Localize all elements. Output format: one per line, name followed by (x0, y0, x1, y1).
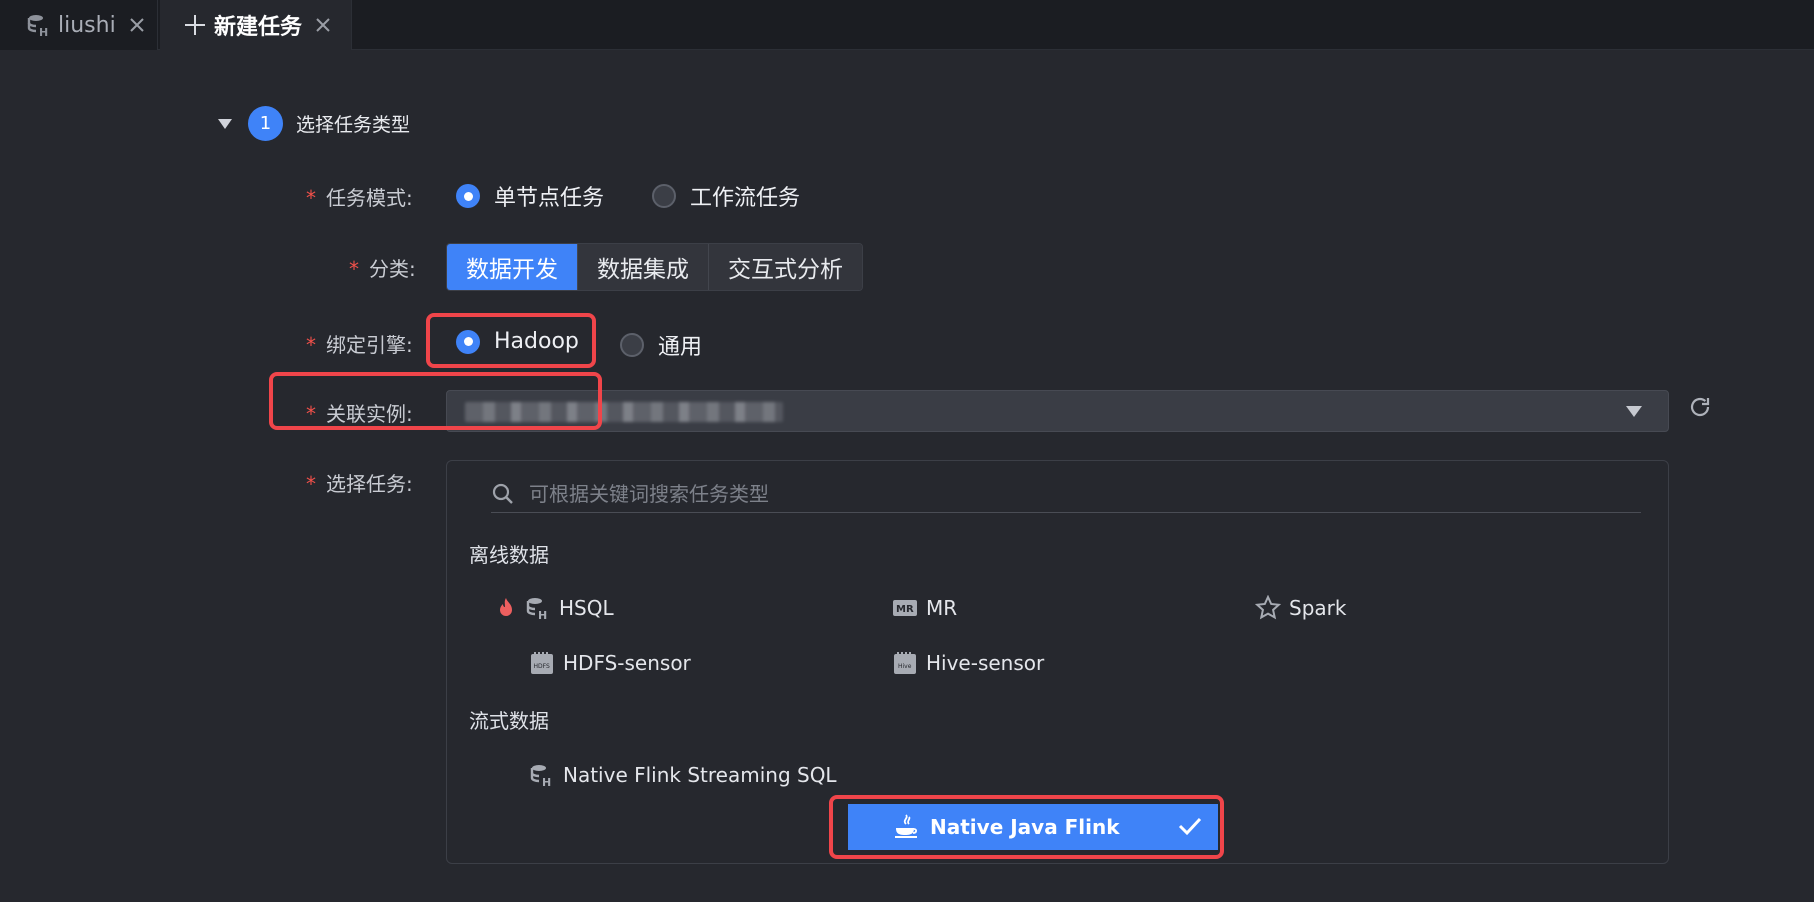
radio-workflow[interactable]: 工作流任务 (652, 180, 800, 212)
required-mark: * (306, 472, 316, 496)
radio-label: 工作流任务 (690, 186, 801, 211)
category-data-integration[interactable]: 数据集成 (578, 244, 709, 290)
caret-down-icon[interactable] (218, 118, 232, 129)
required-mark: * (306, 402, 316, 426)
tab-new-task[interactable]: 新建任务 (160, 0, 352, 50)
database-icon: H (529, 762, 555, 788)
task-label: Spark (1289, 596, 1347, 620)
java-icon (892, 813, 920, 841)
step-badge: 1 (248, 106, 283, 141)
radio-label: 单节点任务 (494, 186, 605, 211)
task-spark[interactable]: Spark (1255, 586, 1346, 630)
task-search[interactable] (491, 475, 1641, 513)
required-mark: * (349, 257, 359, 281)
radio-checked-icon (456, 184, 480, 208)
search-input[interactable] (527, 480, 1641, 507)
engine-label-text: 绑定引擎: (326, 333, 413, 357)
category-interactive-analysis[interactable]: 交互式分析 (709, 244, 862, 290)
category-label-text: 分类: (369, 257, 416, 281)
svg-text:H: H (542, 776, 551, 788)
hive-sensor-icon: Hive (892, 650, 918, 676)
close-icon[interactable] (314, 16, 332, 34)
task-label: * 选择任务: (306, 468, 413, 497)
category-data-dev[interactable]: 数据开发 (447, 244, 578, 290)
task-label: Native Flink Streaming SQL (563, 763, 837, 787)
tab-bar: H liushi 新建任务 (0, 0, 1814, 50)
radio-unchecked-icon (620, 333, 644, 357)
search-icon (491, 482, 515, 506)
task-hive-sensor[interactable]: Hive Hive-sensor (892, 641, 1044, 685)
close-icon[interactable] (128, 16, 146, 34)
task-hsql[interactable]: H HSQL (497, 586, 614, 630)
star-icon (1255, 595, 1281, 621)
main-panel: 1 选择任务类型 * 任务模式: 单节点任务 工作流任务 * 分类: 数据开发 数据… (0, 50, 1814, 902)
refresh-icon[interactable] (1688, 395, 1712, 419)
tab-liushi[interactable]: H liushi (0, 0, 158, 50)
check-icon (1178, 816, 1202, 836)
task-label: HSQL (559, 596, 614, 620)
required-mark: * (306, 333, 316, 357)
database-icon: H (525, 595, 551, 621)
category-label: * 分类: (349, 253, 416, 282)
task-label: HDFS-sensor (563, 651, 691, 675)
mr-icon: MR (892, 595, 918, 621)
radio-single-node[interactable]: 单节点任务 (456, 180, 604, 212)
svg-text:HDFS: HDFS (534, 663, 550, 670)
task-hdfs-sensor[interactable]: HDFS HDFS-sensor (529, 641, 691, 685)
database-icon: H (26, 12, 52, 38)
task-mr[interactable]: MR MR (892, 586, 957, 630)
plus-icon (182, 12, 208, 38)
task-native-java-flink[interactable]: Native Java Flink (848, 804, 1218, 850)
radio-hadoop[interactable]: Hadoop (456, 329, 579, 354)
hot-icon (497, 597, 515, 619)
task-label: MR (926, 596, 958, 620)
instance-label-text: 关联实例: (326, 402, 413, 426)
radio-label: 通用 (658, 335, 703, 360)
mode-label: * 任务模式: (306, 182, 413, 211)
svg-text:H: H (538, 609, 547, 621)
tab-label: liushi (58, 12, 116, 38)
group-title-offline: 离线数据 (469, 543, 549, 567)
hdfs-sensor-icon: HDFS (529, 650, 555, 676)
radio-checked-icon (456, 329, 480, 354)
category-segmented: 数据开发 数据集成 交互式分析 (446, 243, 863, 291)
tab-label: 新建任务 (214, 15, 303, 40)
group-title-streaming: 流式数据 (469, 709, 549, 733)
task-label: Native Java Flink (930, 815, 1120, 839)
instance-label: * 关联实例: (306, 398, 413, 427)
task-label-text: 选择任务: (326, 472, 413, 496)
task-label: Hive-sensor (926, 651, 1045, 675)
svg-text:MR: MR (896, 604, 914, 615)
radio-generic[interactable]: 通用 (620, 329, 702, 361)
section-title: 选择任务类型 (296, 114, 411, 136)
dropdown-arrow-icon[interactable] (1626, 406, 1642, 417)
radio-unchecked-icon (652, 184, 676, 208)
svg-text:Hive: Hive (898, 663, 912, 670)
instance-select[interactable] (446, 390, 1669, 432)
section-header[interactable]: 1 选择任务类型 (218, 106, 410, 141)
radio-label: Hadoop (494, 329, 579, 354)
task-native-flink-streaming-sql[interactable]: H Native Flink Streaming SQL (529, 753, 837, 797)
required-mark: * (306, 186, 316, 210)
svg-text:H: H (39, 26, 48, 38)
redacted-value (465, 402, 783, 422)
engine-label: * 绑定引擎: (306, 329, 413, 358)
mode-label-text: 任务模式: (326, 186, 413, 210)
